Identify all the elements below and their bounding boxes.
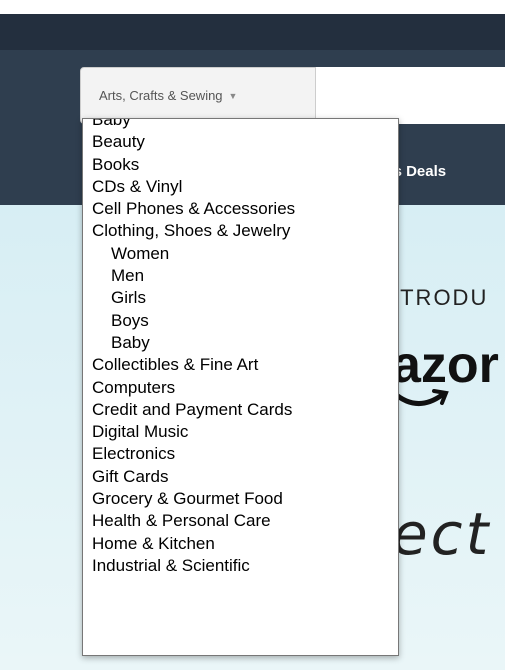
category-selected-label: Arts, Crafts & Sewing [99,88,223,103]
smile-arrow-icon [392,389,449,406]
category-dropdown[interactable]: Arts, Crafts & Sewing ▼ [80,67,316,124]
category-option-list: Baby Beauty Books CDs & Vinyl Cell Phones & … [83,119,398,577]
category-option[interactable]: Clothing, Shoes & Jewelry [83,220,398,242]
nav-bar-top [0,14,505,50]
hero-introducing-text: ITRODU [392,285,489,310]
category-option[interactable]: Books [83,154,398,176]
category-suboption[interactable]: Girls [83,287,398,309]
category-option[interactable]: Baby [83,119,398,131]
category-option[interactable]: Industrial & Scientific [83,555,398,577]
caret-down-icon: ▼ [228,90,238,101]
category-option[interactable]: Electronics [83,443,398,465]
category-option[interactable]: Digital Music [83,421,398,443]
top-strip [0,0,505,14]
category-option[interactable]: Gift Cards [83,466,398,488]
category-option[interactable]: Credit and Payment Cards [83,399,398,421]
search-bar: Arts, Crafts & Sewing ▼ [80,67,505,124]
category-suboption[interactable]: Men [83,265,398,287]
category-suboption[interactable]: Boys [83,310,398,332]
hero-echo-text: ect [392,500,492,568]
category-option[interactable]: Health & Personal Care [83,510,398,532]
category-option[interactable]: Grocery & Gourmet Food [83,488,398,510]
category-option[interactable]: Computers [83,377,398,399]
category-option[interactable]: CDs & Vinyl [83,176,398,198]
category-option[interactable]: Cell Phones & Accessories [83,198,398,220]
category-option[interactable]: Home & Kitchen [83,533,398,555]
category-option[interactable]: Collectibles & Fine Art [83,354,398,376]
search-input[interactable] [316,67,505,124]
category-suboption[interactable]: Baby [83,332,398,354]
category-option[interactable]: Beauty [83,131,398,153]
category-suboption[interactable]: Women [83,243,398,265]
hero-brand-logo: azor [392,336,499,394]
category-listbox[interactable]: Baby Beauty Books CDs & Vinyl Cell Phones & … [82,118,399,656]
